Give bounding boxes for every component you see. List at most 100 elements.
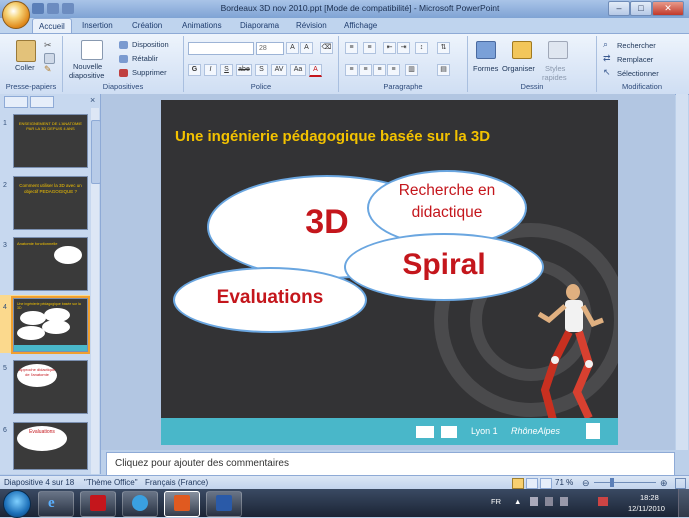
slide-thumbnail-2[interactable]: Comment utiliser la 3D avec un objectif …	[13, 176, 88, 230]
slide-thumbnail-5[interactable]: Approche didactique de l'anatomie	[13, 360, 88, 414]
maximize-button[interactable]: □	[630, 1, 652, 16]
quick-styles-label-2[interactable]: rapides	[542, 73, 567, 82]
new-slide-label-1[interactable]: Nouvelle	[73, 62, 102, 71]
font-name-combo[interactable]	[188, 42, 254, 55]
shadow-button[interactable]: S	[255, 64, 268, 76]
copy-icon[interactable]	[44, 53, 55, 64]
clock-date[interactable]: 12/11/2010	[628, 504, 665, 513]
tray-volume-icon[interactable]	[598, 497, 608, 506]
align-left-button[interactable]: ≡	[345, 64, 358, 76]
quick-styles-label-1[interactable]: Styles	[545, 64, 565, 73]
clock-time[interactable]: 18:28	[640, 493, 659, 502]
zoom-in-icon[interactable]: ⊕	[660, 478, 668, 489]
tab-affichage[interactable]: Affichage	[338, 18, 383, 33]
replace-button[interactable]: Remplacer	[617, 55, 653, 64]
tray-arrow-icon[interactable]: ▲	[514, 497, 521, 506]
text-direction-button[interactable]: ⇅	[437, 42, 450, 54]
bubble-evaluations[interactable]: Evaluations	[173, 267, 367, 333]
paste-button[interactable]: Coller	[15, 63, 35, 72]
cut-icon[interactable]: ✂	[44, 40, 52, 51]
select-button[interactable]: Sélectionner	[617, 69, 659, 78]
tray-network-icon[interactable]	[545, 497, 553, 506]
slide-canvas[interactable]: Une ingénierie pédagogique basée sur la …	[161, 100, 618, 445]
zoom-out-icon[interactable]: ⊖	[582, 478, 590, 489]
close-button[interactable]: ✕	[652, 1, 684, 16]
show-desktop-button[interactable]	[678, 489, 689, 517]
italic-button[interactable]: I	[204, 64, 217, 76]
tab-accueil[interactable]: Accueil	[32, 18, 72, 34]
ie-icon[interactable]: e	[38, 491, 74, 517]
save-icon[interactable]	[32, 3, 44, 14]
slide-thumbnail-6[interactable]: Evaluations	[13, 422, 88, 470]
slide-title[interactable]: Une ingénierie pédagogique basée sur la …	[175, 128, 605, 145]
align-center-button[interactable]: ≡	[359, 64, 372, 76]
new-slide-label-2[interactable]: diapositive	[69, 71, 104, 80]
zoom-slider-handle[interactable]	[610, 478, 614, 487]
align-right-button[interactable]: ≡	[373, 64, 386, 76]
tab-revision[interactable]: Révision	[290, 18, 333, 33]
sorter-view-icon[interactable]	[526, 478, 538, 489]
redo-icon[interactable]	[62, 3, 74, 14]
start-button[interactable]	[3, 490, 31, 518]
slide-thumbnail-1[interactable]: ENSEIGNEMENT DE L'ANATOMIE PAR LA 3D DEP…	[13, 114, 88, 168]
slide-thumbnail-3[interactable]: Anatomie fonctionnelle	[13, 237, 88, 291]
language-status[interactable]: Français (France)	[145, 478, 208, 487]
office-button[interactable]	[2, 1, 30, 29]
reset-button[interactable]: Rétablir	[132, 54, 158, 63]
underline-button[interactable]: S	[220, 64, 233, 76]
justify-button[interactable]: ≡	[387, 64, 400, 76]
slide-scrollbar[interactable]	[676, 94, 688, 450]
powerpoint-taskbar-icon[interactable]	[164, 491, 200, 517]
columns-button[interactable]: ▥	[405, 64, 418, 76]
quicktime-icon[interactable]	[122, 491, 158, 517]
numbering-button[interactable]: ≡	[363, 42, 376, 54]
acrobat-icon[interactable]	[80, 491, 116, 517]
close-pane-icon[interactable]: ×	[90, 95, 95, 105]
line-spacing-button[interactable]: ↕	[415, 42, 428, 54]
find-button[interactable]: Rechercher	[617, 41, 656, 50]
tab-animations[interactable]: Animations	[176, 18, 228, 33]
grow-font-button[interactable]: A	[286, 42, 299, 54]
format-painter-icon[interactable]: ✎	[44, 64, 52, 75]
outline-tab[interactable]	[30, 96, 54, 108]
tab-creation[interactable]: Création	[126, 18, 168, 33]
word-icon[interactable]	[206, 491, 242, 517]
bold-button[interactable]: G	[188, 64, 201, 76]
font-color-button[interactable]: A	[309, 64, 322, 77]
tray-power-icon[interactable]	[560, 497, 568, 506]
new-slide-icon[interactable]	[81, 40, 103, 60]
zoom-slider-track[interactable]	[594, 482, 656, 483]
case-button[interactable]: Aa	[290, 64, 306, 76]
bullets-button[interactable]: ≡	[345, 42, 358, 54]
language-indicator[interactable]: FR	[491, 497, 501, 506]
clear-format-button[interactable]: ⌫	[320, 42, 333, 54]
tray-device-icon[interactable]	[530, 497, 538, 506]
shapes-button[interactable]: Formes	[473, 64, 498, 73]
fit-window-icon[interactable]	[675, 478, 686, 489]
paste-icon[interactable]	[16, 40, 36, 62]
quick-styles-icon[interactable]	[548, 41, 568, 59]
zoom-level[interactable]: 71 %	[555, 478, 573, 487]
layout-button[interactable]: Disposition	[132, 40, 169, 49]
increase-indent-button[interactable]: ⇥	[397, 42, 410, 54]
arrange-button[interactable]: Organiser	[502, 64, 535, 73]
slides-pane-scroll-thumb[interactable]	[91, 120, 101, 184]
arrange-icon[interactable]	[512, 41, 532, 59]
theme-name[interactable]: "Thème Office"	[84, 478, 138, 487]
normal-view-icon[interactable]	[512, 478, 524, 489]
notes-pane[interactable]: Cliquez pour ajouter des commentaires	[106, 452, 675, 476]
slide-thumbnail-4[interactable]: Une ingénierie pédagogique basée sur la …	[11, 296, 90, 354]
tab-insertion[interactable]: Insertion	[76, 18, 119, 33]
minimize-button[interactable]: –	[608, 1, 630, 16]
spacing-button[interactable]: AV	[271, 64, 287, 76]
smartart-button[interactable]: ▤	[437, 64, 450, 76]
tab-diaporama[interactable]: Diaporama	[234, 18, 285, 33]
strike-button[interactable]: abe	[236, 64, 252, 76]
undo-icon[interactable]	[47, 3, 59, 14]
bubble-spiral[interactable]: Spiral	[344, 233, 544, 301]
shrink-font-button[interactable]: A	[300, 42, 313, 54]
slideshow-view-icon[interactable]	[540, 478, 552, 489]
delete-button[interactable]: Supprimer	[132, 68, 167, 77]
slides-tab[interactable]	[4, 96, 28, 108]
shape-format-buttons[interactable]	[574, 42, 586, 76]
